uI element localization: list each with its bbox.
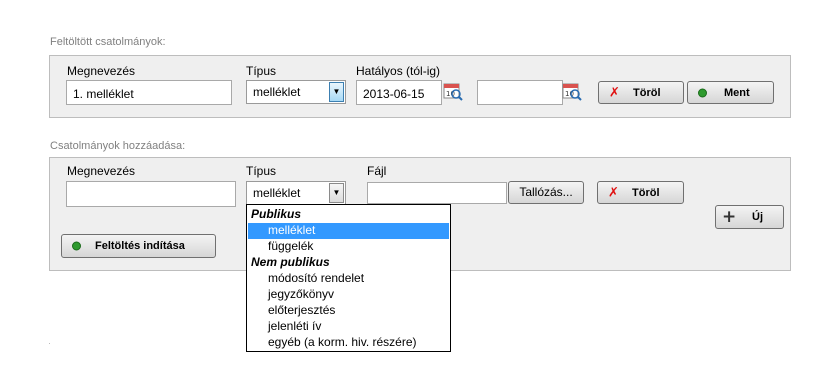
x-icon: ✗: [609, 85, 620, 100]
dropdown-option-egyeb[interactable]: egyéb (a korm. hiv. részére): [248, 335, 449, 351]
dropdown-option-modosito[interactable]: módosító rendelet: [248, 271, 449, 287]
dropdown-option-eloterjesztes[interactable]: előterjesztés: [248, 303, 449, 319]
calendar-search-icon[interactable]: 10: [443, 81, 463, 101]
add-section-title: Csatolmányok hozzáadása:: [50, 140, 186, 152]
date-from-input[interactable]: 2013-06-15: [356, 80, 442, 105]
start-upload-label: Feltöltés indítása: [95, 240, 185, 252]
green-dot-icon: [72, 241, 81, 251]
add-type-select[interactable]: melléklet ▼: [246, 181, 346, 205]
green-dot-icon: [698, 88, 707, 97]
dropdown-option-melleklet[interactable]: melléklet: [248, 223, 449, 239]
uploaded-delete-button[interactable]: ✗ Töröl: [598, 81, 684, 104]
dropdown-option-jegyzokonyv[interactable]: jegyzőkönyv: [248, 287, 449, 303]
uploaded-panel: Megnevezés Típus Hatályos (tól-ig) 1. me…: [49, 55, 791, 118]
start-upload-button[interactable]: Feltöltés indítása: [61, 234, 216, 258]
add-file-label: Fájl: [367, 164, 387, 178]
date-to-input[interactable]: [477, 80, 563, 105]
new-label: Új: [752, 211, 763, 223]
add-delete-button[interactable]: ✗ Töröl: [597, 181, 684, 204]
stray-dot: [49, 343, 50, 344]
dropdown-option-jelenleti[interactable]: jelenléti ív: [248, 319, 449, 335]
dropdown-option-fuggelek[interactable]: függelék: [248, 239, 449, 255]
new-button[interactable]: + Új: [715, 205, 784, 229]
uploaded-type-select[interactable]: melléklet ▼: [246, 80, 346, 104]
x-icon: ✗: [608, 185, 619, 200]
add-name-input[interactable]: [66, 181, 236, 207]
dropdown-group-nonpublic: Nem publikus: [251, 255, 330, 269]
uploaded-type-value: melléklet: [253, 85, 301, 99]
file-input[interactable]: [367, 182, 507, 204]
add-type-label: Típus: [246, 164, 277, 178]
uploaded-section-title: Feltöltött csatolmányok:: [50, 36, 166, 48]
save-label: Ment: [724, 86, 750, 99]
calendar-search-icon[interactable]: 10: [562, 81, 582, 101]
uploaded-type-label: Típus: [246, 64, 277, 78]
uploaded-delete-label: Töröl: [633, 86, 661, 99]
browse-button[interactable]: Tallózás...: [508, 181, 584, 204]
add-name-label: Megnevezés: [67, 164, 136, 178]
save-button[interactable]: Ment: [687, 81, 774, 104]
type-dropdown-list: Publikus melléklet függelék Nem publikus…: [246, 204, 451, 352]
dropdown-group-public: Publikus: [251, 207, 302, 221]
add-delete-label: Töröl: [632, 186, 660, 199]
chevron-down-icon[interactable]: ▼: [329, 183, 344, 203]
uploaded-name-input[interactable]: 1. melléklet: [66, 80, 232, 105]
uploaded-valid-label: Hatályos (tól-ig): [356, 64, 441, 78]
plus-icon: +: [722, 207, 737, 227]
uploaded-name-label: Megnevezés: [67, 64, 136, 78]
chevron-down-icon[interactable]: ▼: [329, 82, 344, 102]
add-type-value: melléklet: [253, 186, 301, 200]
